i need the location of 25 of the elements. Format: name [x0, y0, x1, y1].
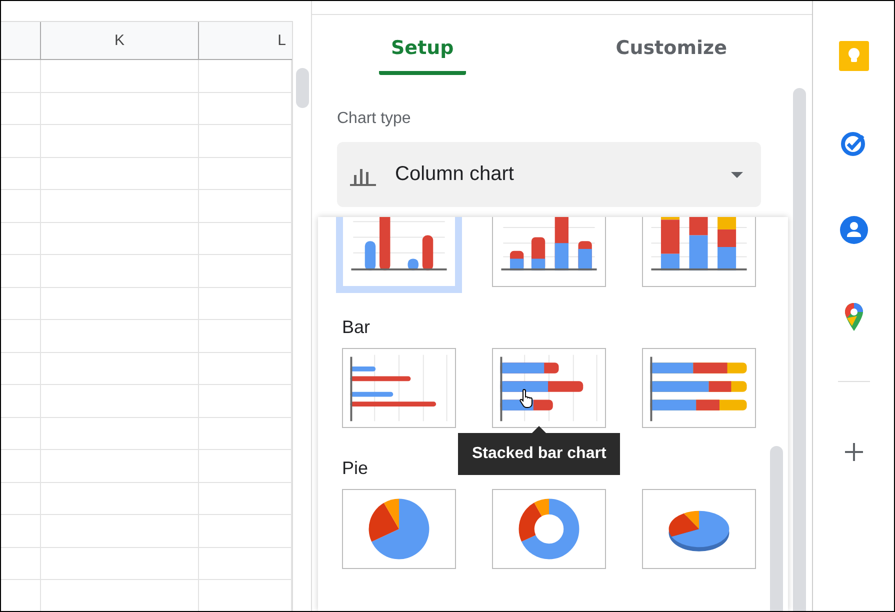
scrollbar-thumb[interactable] [296, 68, 308, 108]
bar-chart-thumbnail[interactable] [342, 348, 456, 428]
stacked-column-chart-thumbnail[interactable] [492, 217, 606, 287]
chart-type-label: Chart type [337, 110, 412, 128]
contacts-icon[interactable] [838, 215, 868, 245]
tooltip-pointer-icon [532, 426, 546, 433]
donut-chart-thumbnail[interactable] [492, 489, 606, 569]
tooltip: Stacked bar chart [458, 433, 620, 475]
hand-cursor-icon [519, 388, 535, 408]
pie-chart-thumbnail[interactable] [342, 489, 456, 569]
chart-group-label: Pie [342, 458, 370, 479]
scrollbar-thumb[interactable] [793, 88, 806, 611]
stacked-bar-chart-thumbnail[interactable] [492, 348, 606, 428]
add-icon[interactable] [844, 442, 864, 462]
tab[interactable]: Setup [379, 15, 466, 75]
column-header[interactable]: L [199, 22, 292, 59]
chart-type-dropdown[interactable]: Column chart [337, 142, 761, 207]
tab[interactable]: Customize [604, 15, 739, 75]
chart-group-label: Bar [342, 317, 372, 338]
pie-3d-chart-thumbnail[interactable] [642, 489, 756, 569]
full-stacked-column-chart-thumbnail[interactable] [642, 217, 756, 287]
full-stacked-bar-chart-thumbnail[interactable] [642, 348, 756, 428]
caret-icon [731, 172, 743, 178]
column-header[interactable]: K [41, 22, 199, 59]
scrollbar-thumb[interactable] [770, 446, 783, 611]
